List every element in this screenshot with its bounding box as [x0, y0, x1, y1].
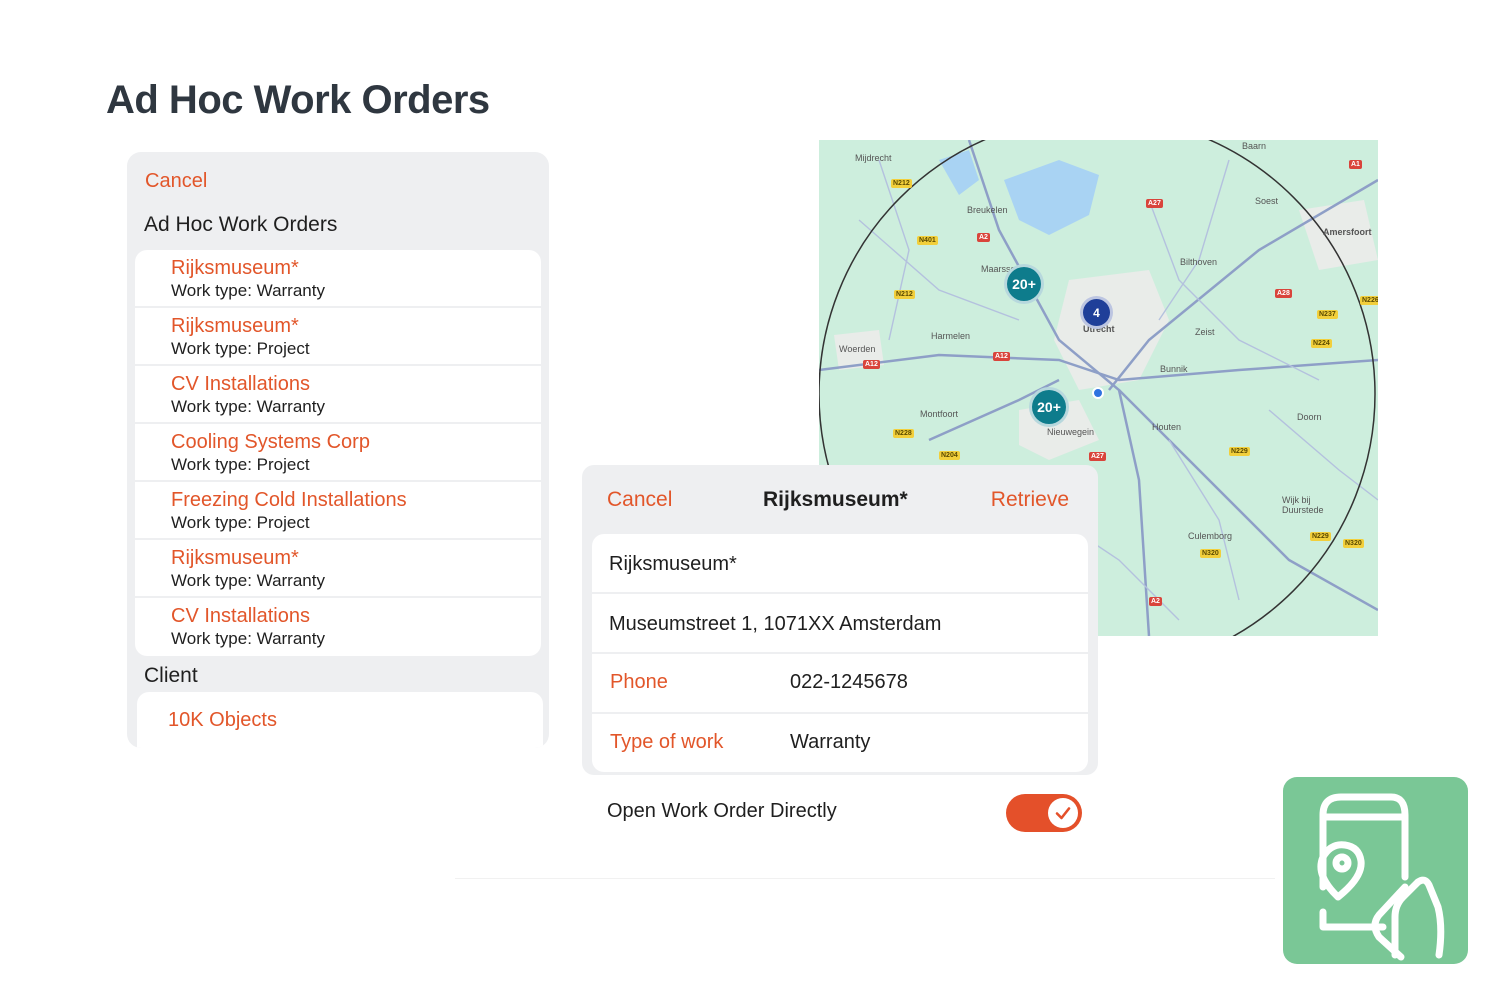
app-icon — [1283, 777, 1468, 964]
work-order-type: Work type: Project — [171, 513, 310, 532]
list-item[interactable]: CV Installations Work type: Warranty — [135, 366, 541, 424]
work-order-name: Cooling Systems Corp — [171, 431, 370, 453]
divider — [455, 878, 1275, 879]
list-heading: Ad Hoc Work Orders — [144, 213, 338, 236]
name-row: Rijksmuseum* — [592, 534, 1088, 594]
work-type-label: Type of work — [610, 731, 724, 753]
work-order-list: Rijksmuseum* Work type: Warranty Rijksmu… — [135, 250, 541, 656]
road-badge: N204 — [939, 451, 960, 460]
work-type-row[interactable]: Type of work Warranty — [592, 714, 1088, 772]
name-value: Rijksmuseum* — [609, 553, 737, 575]
place-label: Bunnik — [1160, 364, 1188, 374]
work-type-value[interactable]: Warranty — [790, 731, 870, 754]
place-label: Wijk bij Duurstede — [1282, 495, 1324, 515]
place-label: Nieuwegein — [1047, 427, 1095, 437]
list-item[interactable]: Freezing Cold Installations Work type: P… — [135, 482, 541, 540]
place-label: Mijdrecht — [855, 153, 892, 163]
work-order-name: CV Installations — [171, 373, 310, 395]
client-heading: Client — [144, 664, 198, 687]
road-line — [1148, 199, 1320, 381]
detail-fields: Rijksmuseum* Museumstreet 1, 1071XX Amst… — [592, 534, 1088, 772]
road-badge: N320 — [1200, 549, 1221, 558]
road-badge: A2 — [977, 233, 990, 242]
mobile-map-pin-hand-icon — [1317, 793, 1445, 961]
place-label: Doorn — [1297, 412, 1322, 422]
address-value: Museumstreet 1, 1071XX Amsterdam — [609, 613, 942, 635]
road-badge: N237 — [1317, 310, 1338, 319]
work-order-name: Rijksmuseum* — [171, 547, 299, 569]
lake-shape — [1004, 160, 1099, 235]
road-badge: N224 — [1311, 339, 1332, 348]
work-order-type: Work type: Project — [171, 339, 310, 358]
list-item[interactable]: Rijksmuseum* Work type: Warranty — [135, 540, 541, 598]
work-order-type: Work type: Project — [171, 455, 310, 474]
toggle-knob — [1048, 798, 1078, 828]
place-label: Harmelen — [931, 331, 971, 341]
place-label: Breukelen — [967, 205, 1008, 215]
work-order-type: Work type: Warranty — [171, 397, 325, 416]
place-label: Bilthoven — [1180, 257, 1218, 267]
road-badge: A27 — [1146, 199, 1163, 208]
road-badge: N226 — [1360, 296, 1378, 305]
road-line — [1268, 409, 1378, 501]
place-label: Montfoort — [920, 409, 959, 419]
retrieve-button[interactable]: Retrieve — [991, 488, 1069, 512]
client-value: 10K Objects — [168, 709, 277, 731]
place-label: Woerden — [839, 344, 876, 354]
road-badge: N401 — [917, 236, 938, 245]
current-location-dot — [1092, 387, 1104, 399]
phone-value[interactable]: 022-1245678 — [790, 671, 908, 694]
road-badge: N228 — [893, 429, 914, 438]
place-label: Soest — [1255, 196, 1279, 206]
phone-label: Phone — [610, 671, 668, 693]
place-label: Baarn — [1242, 141, 1267, 151]
list-item[interactable]: Cooling Systems Corp Work type: Project — [135, 424, 541, 482]
lake-shape — [939, 150, 979, 195]
place-label: Zeist — [1195, 327, 1215, 337]
road-badge: A2 — [1149, 597, 1162, 606]
place-label: Culemborg — [1188, 531, 1233, 541]
road-badge: A12 — [863, 360, 880, 369]
road-line — [1158, 159, 1230, 321]
work-order-list-panel: Cancel Ad Hoc Work Orders Rijksmuseum* W… — [127, 152, 549, 748]
work-order-type: Work type: Warranty — [171, 281, 325, 300]
road-badge: A28 — [1275, 289, 1292, 298]
road-badge: A1 — [1349, 160, 1362, 169]
road-badge: N320 — [1343, 539, 1364, 548]
work-order-name: Freezing Cold Installations — [171, 489, 407, 511]
address-row: Museumstreet 1, 1071XX Amsterdam — [592, 594, 1088, 654]
open-directly-label: Open Work Order Directly — [607, 800, 837, 822]
work-order-name: Rijksmuseum* — [171, 257, 299, 279]
checkmark-icon — [1055, 807, 1071, 820]
list-item[interactable]: Rijksmuseum* Work type: Project — [135, 308, 541, 366]
road-badge: N212 — [891, 179, 912, 188]
list-cancel-button[interactable]: Cancel — [145, 170, 207, 193]
road-badge: N229 — [1229, 447, 1250, 456]
detail-cancel-button[interactable]: Cancel — [607, 488, 672, 512]
map-cluster-marker[interactable]: 20+ — [1029, 387, 1069, 427]
road-line — [1168, 439, 1240, 601]
map-cluster-marker[interactable]: 4 — [1080, 296, 1113, 329]
list-item[interactable]: CV Installations Work type: Warranty — [135, 598, 541, 656]
phone-row[interactable]: Phone 022-1245678 — [592, 654, 1088, 714]
map-cluster-marker[interactable]: 20+ — [1004, 264, 1044, 304]
road-badge: N229 — [1310, 532, 1331, 541]
list-item[interactable]: Rijksmuseum* Work type: Warranty — [135, 250, 541, 308]
client-field[interactable]: 10K Objects — [137, 692, 543, 748]
page-title: Ad Hoc Work Orders — [106, 78, 490, 122]
road-badge: A27 — [1089, 452, 1106, 461]
work-order-type: Work type: Warranty — [171, 629, 325, 648]
road-badge: A12 — [993, 352, 1010, 361]
work-order-type: Work type: Warranty — [171, 571, 325, 590]
open-directly-toggle[interactable] — [1006, 794, 1082, 832]
place-label: Amersfoort — [1323, 227, 1372, 237]
work-order-name: Rijksmuseum* — [171, 315, 299, 337]
detail-title: Rijksmuseum* — [763, 488, 908, 511]
road-badge: N212 — [894, 290, 915, 299]
place-label: Houten — [1152, 422, 1182, 432]
work-order-name: CV Installations — [171, 605, 310, 627]
work-order-detail-panel: Cancel Rijksmuseum* Retrieve Rijksmuseum… — [582, 465, 1098, 775]
